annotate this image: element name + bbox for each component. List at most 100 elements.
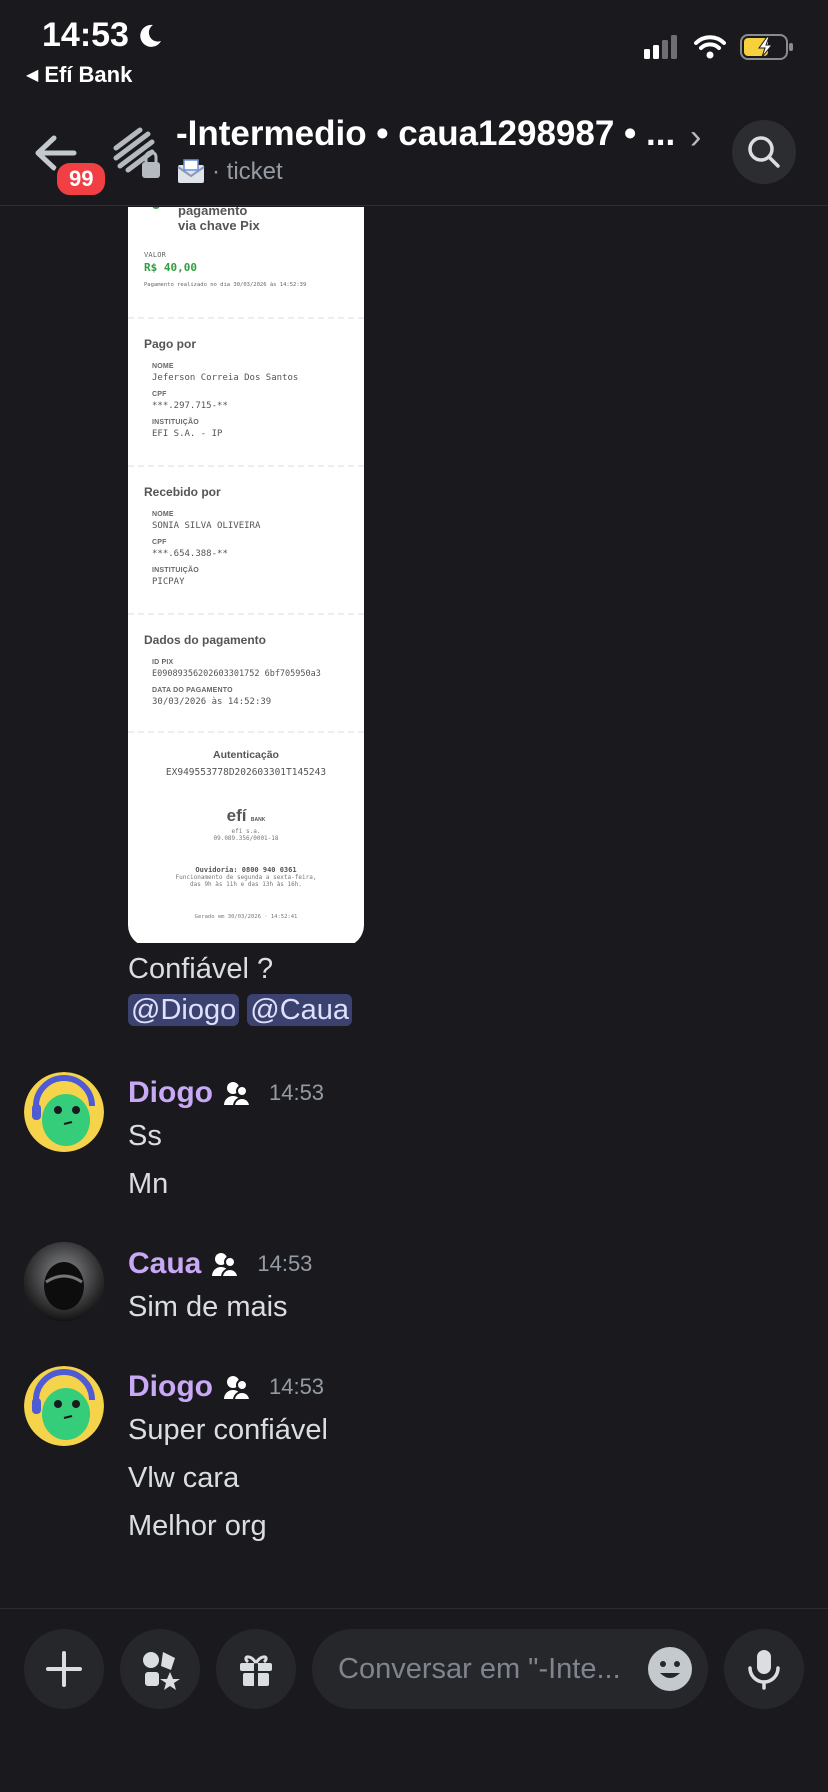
back-triangle-icon: ◀ [26,67,39,84]
channel-subtitle-text: · ticket [212,158,283,185]
message-header-1: Diogo 14:53 [128,1076,324,1110]
receipt-valor-label: VALOR [144,251,167,259]
plus-icon [46,1651,82,1687]
thread-lock-icon [112,126,162,182]
receipt-recebido-por: Recebido por NOME SONIA SILVA OLIVEIRA C… [128,467,364,615]
status-clock: 14:53 [42,16,163,55]
recebido-por-nome-label: NOME [152,511,174,518]
channel-header: 99 -Intermedio • caua1298987 • ... › · t… [0,104,828,206]
hours-line2: das 9h às 11h e das 13h às 16h. [190,881,302,888]
chevron-right-icon[interactable]: › [690,118,701,157]
receipt-realizado: Pagamento realizado no dia 30/03/2026 às… [144,282,307,288]
inbox-envelope-icon [177,159,205,183]
signal-icon [644,35,677,59]
system-icons [644,34,794,60]
gift-icon [240,1655,272,1686]
pago-por-inst-label: INSTITUIÇÃO [152,419,199,426]
apps-icon [143,1652,180,1690]
dados-title: Dados do pagamento [144,633,267,647]
efi-logo-text: efí [226,806,247,825]
dados-id: E09089356202603301752 6bf705950a3 [152,669,321,679]
timestamp: 14:53 [257,1251,313,1276]
avatar-diogo[interactable] [24,1366,104,1446]
recebido-por-cpf-label: CPF [152,539,167,546]
gift-button[interactable] [216,1629,296,1709]
recebido-por-inst: PICPAY [152,577,185,587]
recebido-por-cpf: ***.654.388-** [152,549,228,559]
message-line: Super confiável [128,1414,328,1446]
emoji-icon[interactable] [648,1647,692,1691]
user-tag-icon [212,1253,240,1278]
channel-title[interactable]: -Intermedio • caua1298987 • ... [176,114,675,154]
pago-por-nome-label: NOME [152,363,174,370]
message-line: Melhor org [128,1510,267,1542]
message-input-placeholder: Conversar em "-Inte... [338,1652,621,1685]
message-line: Ss [128,1120,162,1152]
back-app-label: Efí Bank [44,62,133,87]
microphone-icon [748,1650,780,1690]
dados-data-label: DATA DO PAGAMENTO [152,687,233,694]
receipt-dados: Dados do pagamento ID PIX E0908935620260… [128,615,364,733]
auth-title: Autenticação [213,749,279,761]
message-line: Vlw cara [128,1462,240,1494]
avatar-caua[interactable] [24,1242,104,1322]
voice-message-button[interactable] [724,1629,804,1709]
avatar-diogo[interactable] [24,1072,104,1152]
status-time: 14:53 [42,16,129,54]
status-bar: 14:53 ◀ Efí Bank [0,0,828,96]
generated-footer: Gerado em 30/03/2026 · 14:52:41 [194,914,298,920]
author-name[interactable]: Diogo [128,1076,213,1110]
back-to-app-link[interactable]: ◀ Efí Bank [26,62,132,88]
recebido-por-inst-label: INSTITUIÇÃO [152,567,199,574]
author-name[interactable]: Diogo [128,1370,213,1404]
message-header-3: Diogo 14:53 [128,1370,324,1404]
receipt-summary: pagamento via chave Pix VALOR R$ 40,00 P… [128,207,364,319]
search-button[interactable] [732,120,796,184]
company-name: efí s.a. [231,828,261,835]
search-icon [748,136,780,168]
recebido-por-nome: SONIA SILVA OLIVEIRA [152,521,261,531]
user-tag-icon [223,1082,251,1107]
timestamp: 14:53 [268,1374,325,1399]
author-name[interactable]: Caua [128,1247,201,1281]
message-line: Sim de mais [128,1291,288,1323]
receipt-valor: R$ 40,00 [144,261,197,274]
receipt: pagamento via chave Pix VALOR R$ 40,00 P… [128,207,364,943]
apps-button[interactable] [120,1629,200,1709]
efi-logo-sub: BANK [250,817,266,823]
message-confiavel: Confiável ? [128,953,274,985]
receipt-heading-line2: via chave Pix [178,218,260,233]
mention-caua[interactable]: @Caua [247,994,353,1026]
company-cnpj: 09.089.356/0001-18 [213,835,279,842]
pago-por-cpf-label: CPF [152,391,167,398]
receipt-pago-por: Pago por NOME Jeferson Correia Dos Santo… [128,319,364,467]
moon-icon [140,24,161,47]
receipt-heading-line1: pagamento [178,207,248,218]
mentions-line: @Diogo @Caua [128,994,353,1027]
ouvidoria: Ouvidoria: 0800 940 0361 [195,866,297,874]
auth-code: EX949553778D202603301T145243 [165,767,327,778]
wifi-icon [694,35,726,59]
pago-por-nome: Jeferson Correia Dos Santos [152,373,299,383]
recebido-por-title: Recebido por [144,485,221,499]
channel-subtitle: · ticket [176,158,283,186]
message-line: Mn [128,1168,169,1200]
message-input[interactable]: Conversar em "-Inte... [312,1629,708,1709]
pago-por-title: Pago por [144,337,197,351]
mention-diogo[interactable]: @Diogo [128,994,240,1026]
user-tag-icon [223,1376,251,1401]
add-attachment-button[interactable] [24,1629,104,1709]
battery-icon [740,34,793,60]
efi-logo: efí BANK [128,806,364,826]
dados-data: 30/03/2026 às 14:52:39 [152,697,272,707]
pago-por-cpf: ***.297.715-** [152,401,228,411]
unread-badge: 99 [54,160,109,198]
pago-por-inst: EFI S.A. - IP [152,429,223,439]
message-composer: Conversar em "-Inte... [0,1608,828,1792]
dados-id-label: ID PIX [152,659,174,666]
receipt-footer: Autenticação EX949553778D202603301T14524… [128,733,364,920]
hours-line1: Funcionamento de segunda a sexta-feira, [175,874,317,881]
timestamp: 14:53 [268,1080,325,1105]
message-header-2: Caua 14:53 [128,1247,312,1281]
receipt-image-attachment[interactable]: pagamento via chave Pix VALOR R$ 40,00 P… [128,207,364,947]
